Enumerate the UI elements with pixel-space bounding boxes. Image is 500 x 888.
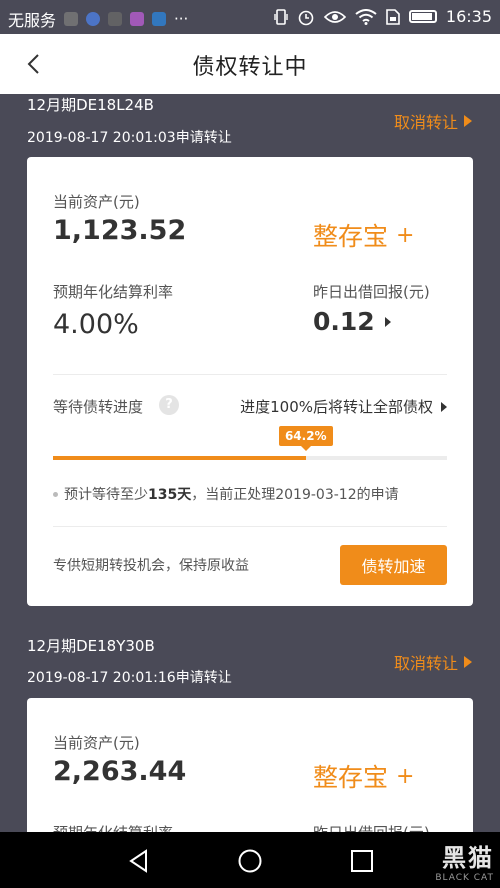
divider	[53, 526, 447, 527]
clock: 16:35	[445, 7, 492, 26]
more-icon: ···	[174, 10, 189, 28]
app-icon	[152, 12, 167, 26]
yesterday-return-label: 昨日出借回报(元)	[313, 822, 430, 832]
image-icon	[130, 12, 145, 26]
rate-label: 预期年化结算利率	[53, 283, 174, 301]
term-name: 12月期DE18Y30B	[27, 637, 155, 655]
sim-icon	[386, 8, 400, 25]
progress-rule-text: 进度100%后将转让全部债权	[240, 398, 433, 416]
product-link[interactable]: 整存宝 +	[313, 217, 414, 253]
progress-rule-link[interactable]: 进度100%后将转让全部债权	[240, 396, 447, 417]
chevron-right-icon	[464, 656, 472, 668]
bullet-dot	[53, 491, 58, 497]
rate-label: 预期年化结算利率	[53, 822, 173, 832]
wifi-icon	[355, 8, 377, 25]
wait-note: 预计等待至少 135天 ，当前正处理2019-03-12的申请	[53, 484, 399, 504]
chevron-right-icon	[464, 115, 472, 127]
speed-up-button[interactable]: 债转加速	[340, 545, 447, 585]
yesterday-return-value: 0.12	[313, 307, 375, 336]
watermark-logo: 黑猫 BLACK CAT	[435, 838, 494, 883]
eye-icon	[323, 10, 346, 23]
cancel-transfer-label: 取消转让	[393, 654, 458, 673]
asset-label: 当前资产(元)	[53, 734, 140, 752]
transfer-card: 当前资产(元) 1,123.52 整存宝 + 预期年化结算利率 4.00% 昨日…	[27, 157, 473, 606]
watermark-subtext: BLACK CAT	[435, 873, 494, 883]
divider	[53, 374, 447, 375]
watermark-text: 黑猫	[442, 844, 494, 872]
yesterday-return-label: 昨日出借回报(元)	[313, 283, 430, 301]
rate-value: 4.00%	[53, 309, 139, 340]
transfer-card: 当前资产(元) 2,263.44 整存宝 + 预期年化结算利率 昨日出借回报(元…	[27, 698, 473, 832]
progress-bar	[53, 456, 447, 460]
recents-square-icon[interactable]	[349, 848, 375, 874]
plus-icon: +	[396, 222, 415, 248]
cancel-transfer-link[interactable]: 取消转让	[394, 650, 472, 674]
link-icon	[108, 12, 123, 26]
back-triangle-icon[interactable]	[126, 848, 152, 874]
home-circle-icon[interactable]	[237, 848, 263, 874]
wait-days: 135天	[148, 487, 192, 503]
apply-date: 2019-08-17 20:01:16申请转让	[27, 670, 232, 686]
page-title: 债权转让中	[192, 55, 308, 80]
asset-value: 2,263.44	[53, 756, 187, 787]
carrier-label: 无服务	[8, 11, 57, 30]
vibrate-icon	[274, 8, 288, 25]
wait-suffix: ，当前正处理2019-03-12的申请	[191, 487, 399, 503]
progress-percent: 64.2%	[278, 426, 333, 451]
cancel-transfer-link[interactable]: 取消转让	[394, 109, 472, 133]
status-bar: 无服务 ··· 16:35	[0, 0, 500, 34]
product-link[interactable]: 整存宝 +	[313, 758, 414, 794]
cancel-transfer-label: 取消转让	[393, 113, 458, 132]
chevron-right-icon	[384, 316, 391, 327]
promo-text: 专供短期转投机会，保持原收益	[53, 558, 249, 574]
help-icon[interactable]: ?	[159, 395, 179, 415]
system-nav-bar: 黑猫 BLACK CAT	[0, 832, 500, 888]
yesterday-return-link[interactable]: 0.12	[313, 307, 391, 336]
usb-icon	[64, 12, 79, 26]
progress-fill	[53, 456, 306, 460]
apply-date: 2019-08-17 20:01:03申请转让	[27, 130, 232, 146]
wait-prefix: 预计等待至少	[64, 487, 148, 503]
chevron-right-icon	[441, 401, 447, 412]
term-name: 12月期DE18L24B	[27, 96, 154, 114]
alarm-icon	[298, 10, 314, 25]
battery-icon	[408, 10, 437, 23]
asset-label: 当前资产(元)	[53, 193, 140, 211]
nav-header: 债权转让中	[0, 34, 500, 94]
asset-value: 1,123.52	[53, 215, 187, 246]
progress-label: 等待债转进度	[53, 398, 144, 416]
product-name: 整存宝	[313, 222, 389, 251]
shield-icon	[86, 12, 101, 26]
product-name: 整存宝	[313, 763, 389, 792]
plus-icon: +	[396, 763, 415, 789]
